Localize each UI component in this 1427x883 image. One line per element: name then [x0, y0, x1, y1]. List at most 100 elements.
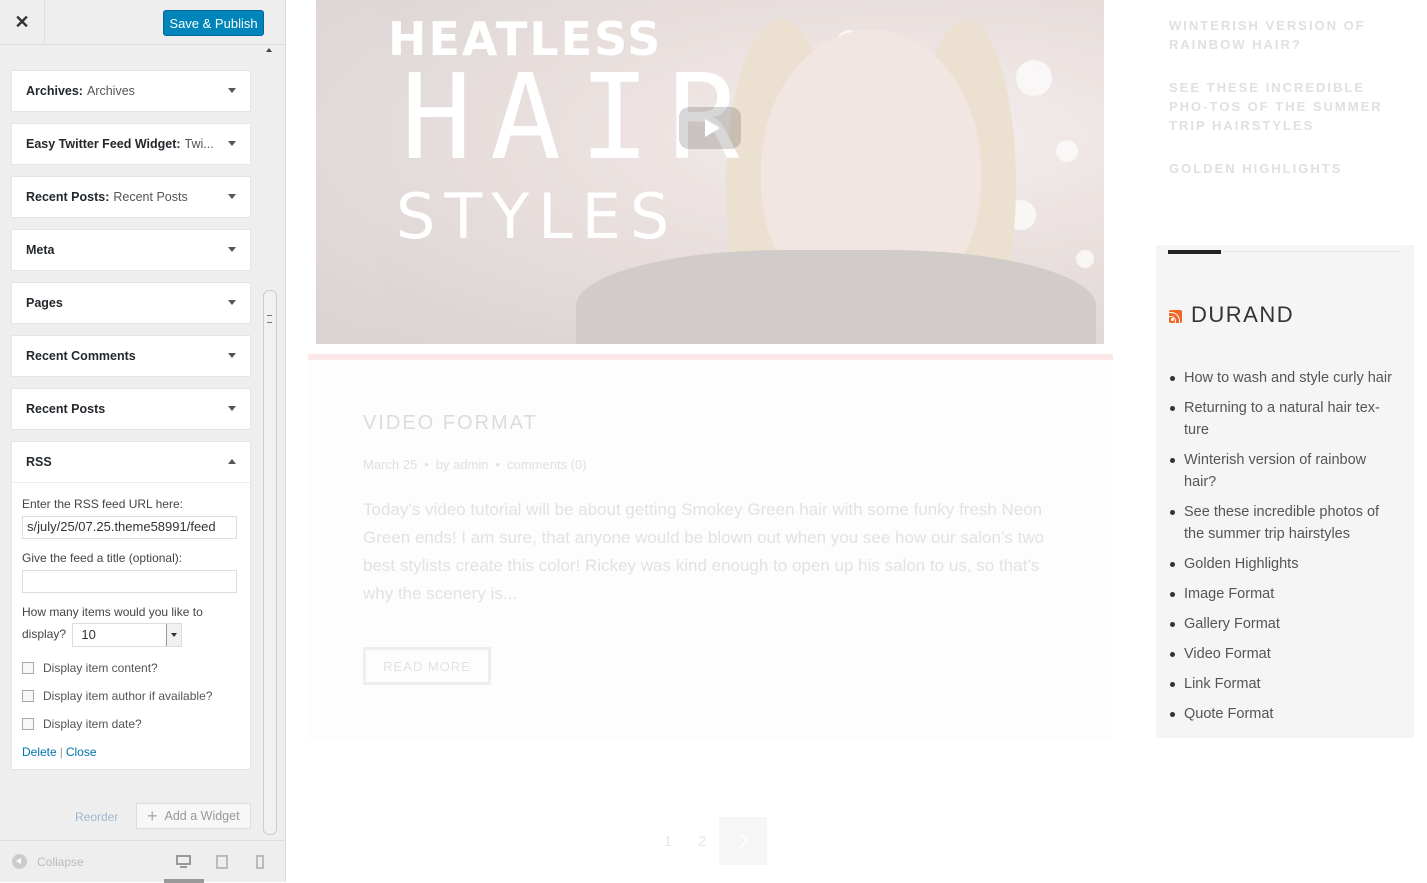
widget-header[interactable]: Pages [12, 283, 250, 323]
rss-item[interactable]: Golden Highlights [1170, 553, 1402, 575]
chevron-down-icon[interactable] [228, 88, 236, 93]
rss-widget-preview: DURAND How to wash and style curly hair … [1156, 245, 1414, 738]
read-more-button[interactable]: READ MORE [363, 647, 491, 685]
rss-url-input[interactable]: s/july/25/07.25.theme58991/feed [22, 516, 237, 539]
rss-item[interactable]: See these incredible photos of the summe… [1170, 501, 1402, 545]
site-preview: HEATLESS HAIR STYLES VIDEO FORMAT March … [286, 0, 1427, 882]
scroll-grip-icon [267, 315, 272, 323]
widget-header[interactable]: RSS [12, 442, 250, 482]
checkbox-content[interactable] [22, 662, 34, 674]
sidebar-scrollbar[interactable] [263, 45, 277, 840]
widget-recent-comments[interactable]: Recent Comments [11, 335, 251, 377]
display-date-option[interactable]: Display item date? [22, 717, 240, 731]
widget-header[interactable]: Easy Twitter Feed Widget: Twi... [12, 124, 250, 164]
chevron-down-icon[interactable] [228, 141, 236, 146]
widget-header[interactable]: Meta [12, 230, 250, 270]
display-content-option[interactable]: Display item content? [22, 661, 240, 675]
widget-easy-twitter-feed[interactable]: Easy Twitter Feed Widget: Twi... [11, 123, 251, 165]
sidebar-post-list: WINTERISH VERSION OF RAINBOW HAIR? SEE T… [1169, 16, 1404, 202]
collapse-label: Collapse [37, 854, 84, 869]
widget-meta[interactable]: Meta [11, 229, 251, 271]
widget-header[interactable]: Recent Comments [12, 336, 250, 376]
select-arrow-icon[interactable] [166, 624, 182, 646]
widget-recent-posts[interactable]: Recent Posts [11, 388, 251, 430]
widget-rss[interactable]: RSS Enter the RSS feed URL here: s/july/… [11, 441, 251, 770]
rss-item[interactable]: Video Format [1170, 643, 1402, 665]
delete-link[interactable]: Delete [22, 745, 57, 759]
video-title-line-3: STYLES [396, 180, 679, 253]
widget-accent-bar [1168, 250, 1221, 254]
post-author[interactable]: admin [453, 457, 488, 472]
rss-item-list: How to wash and style curly hair Returni… [1170, 367, 1402, 733]
pagination: 1 2 [651, 817, 767, 865]
reorder-link[interactable]: Reorder [75, 810, 118, 824]
customizer-header: ✕ Save & Publish [0, 0, 285, 45]
scroll-up-icon[interactable] [266, 48, 272, 52]
chevron-down-icon[interactable] [228, 406, 236, 411]
rss-item[interactable]: Quote Format [1170, 703, 1402, 725]
sidebar-post-link[interactable]: SEE THESE INCREDIBLE PHO-TOS OF THE SUMM… [1169, 78, 1404, 135]
post-title[interactable]: VIDEO FORMAT [363, 412, 538, 435]
play-icon[interactable] [679, 107, 741, 149]
rss-title-input[interactable] [22, 570, 237, 593]
rss-widget-title[interactable]: DURAND [1191, 302, 1294, 328]
chevron-down-icon[interactable] [228, 300, 236, 305]
page-1-link[interactable]: 1 [651, 833, 685, 850]
rss-url-label: Enter the RSS feed URL here: [22, 497, 183, 511]
chevron-down-icon[interactable] [228, 247, 236, 252]
widget-recent-posts-titled[interactable]: Recent Posts: Recent Posts [11, 176, 251, 218]
rss-items-label: How many items would you like to [22, 605, 203, 619]
rss-items-value: 10 [81, 627, 96, 642]
rss-icon[interactable] [1169, 310, 1182, 323]
chevron-up-icon[interactable] [228, 459, 236, 464]
widget-title: Recent Posts: [26, 190, 110, 204]
post-date: March 25 [363, 457, 418, 472]
rss-item[interactable]: Returning to a natural hair tex-ture [1170, 397, 1402, 441]
plus-icon: + [147, 805, 158, 826]
post-comments[interactable]: comments (0) [507, 457, 586, 472]
sidebar-post-link[interactable]: GOLDEN HIGHLIGHTS [1169, 159, 1404, 178]
widget-subtitle: Twi... [184, 137, 214, 151]
widget-archives[interactable]: Archives: Archives [11, 70, 251, 112]
desktop-preview-icon[interactable] [176, 855, 191, 869]
widget-title: Archives: [26, 84, 83, 98]
collapse-icon [12, 854, 27, 869]
close-icon[interactable]: ✕ [0, 0, 45, 45]
mobile-preview-icon[interactable] [256, 855, 271, 869]
post-card: VIDEO FORMAT March 25 • by admin • comments … [308, 360, 1113, 740]
next-page-button[interactable] [719, 817, 767, 865]
rss-item[interactable]: Link Format [1170, 673, 1402, 695]
chevron-down-icon[interactable] [228, 194, 236, 199]
widget-pages[interactable]: Pages [11, 282, 251, 324]
rss-item[interactable]: How to wash and style curly hair [1170, 367, 1402, 389]
widget-title: RSS [26, 455, 52, 469]
checkbox-author-label: Display item author if available? [43, 689, 213, 703]
widget-header[interactable]: Archives: Archives [12, 71, 250, 111]
close-link[interactable]: Close [66, 745, 97, 759]
widget-subtitle: Archives [86, 84, 135, 98]
checkbox-author[interactable] [22, 690, 34, 702]
rss-widget-form: Enter the RSS feed URL here: s/july/25/0… [12, 482, 250, 769]
customizer-sidebar: ✕ Save & Publish Archives: Archives Easy… [0, 0, 286, 883]
rss-item[interactable]: Image Format [1170, 583, 1402, 605]
widget-header[interactable]: Recent Posts: Recent Posts [12, 177, 250, 217]
post-excerpt: Today’s video tutorial will be about get… [363, 500, 1045, 603]
sidebar-post-link[interactable]: WINTERISH VERSION OF RAINBOW HAIR? [1169, 16, 1404, 54]
collapse-button[interactable]: Collapse [12, 854, 84, 869]
chevron-down-icon[interactable] [228, 353, 236, 358]
checkbox-date[interactable] [22, 718, 34, 730]
link-separator: | [59, 745, 63, 759]
tablet-preview-icon[interactable] [216, 855, 231, 869]
save-publish-button[interactable]: Save & Publish [163, 10, 264, 36]
rss-item[interactable]: Gallery Format [1170, 613, 1402, 635]
post-by: by [435, 457, 450, 472]
rss-items-select[interactable]: 10 [72, 623, 183, 647]
widget-header[interactable]: Recent Posts [12, 389, 250, 429]
display-author-option[interactable]: Display item author if available? [22, 689, 240, 703]
video-thumbnail[interactable]: HEATLESS HAIR STYLES [316, 0, 1104, 344]
scroll-thumb[interactable] [263, 290, 277, 835]
add-widget-button[interactable]: + Add a Widget [136, 803, 251, 829]
rss-item[interactable]: Winterish version of rainbow hair? [1170, 449, 1402, 493]
checkbox-date-label: Display item date? [43, 717, 142, 731]
page-2-link[interactable]: 2 [685, 833, 719, 850]
